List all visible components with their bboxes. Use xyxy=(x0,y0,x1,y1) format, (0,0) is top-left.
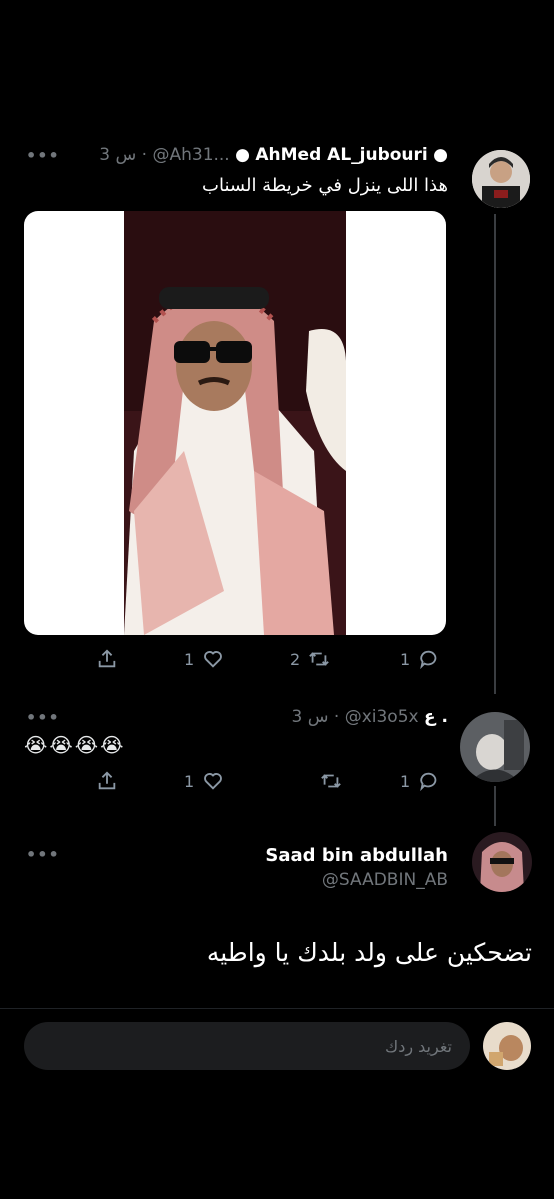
share-button[interactable] xyxy=(96,648,118,670)
tweet-2-avatar[interactable] xyxy=(460,712,530,782)
tweet-2-time: 3 س xyxy=(291,707,329,727)
main-tweet-display-name[interactable]: Saad bin abdullah xyxy=(265,845,448,866)
tweet-2-handle[interactable]: @xi3o5x xyxy=(345,707,419,727)
reply-icon xyxy=(420,650,437,670)
tweet-1-header: 3 س · @Ah31... ● AhMed AL_jubouri ● xyxy=(99,145,448,165)
user-avatar-icon xyxy=(483,1022,531,1070)
tweet-2-actions: 1 1 xyxy=(90,770,450,798)
apple-icon: ● xyxy=(433,145,448,165)
retweet-button[interactable]: 2 xyxy=(290,648,330,670)
heart-icon xyxy=(204,651,223,668)
current-user-avatar[interactable] xyxy=(483,1022,531,1070)
reply-icon xyxy=(420,772,437,792)
more-icon[interactable]: ••• xyxy=(26,146,60,165)
retweet-icon xyxy=(321,774,341,788)
reply-button[interactable]: 1 xyxy=(400,770,440,792)
divider xyxy=(0,1008,554,1009)
tweet-1-handle[interactable]: @Ah31... xyxy=(152,145,229,165)
tweet-1-photo[interactable] xyxy=(24,211,446,635)
more-icon[interactable]: ••• xyxy=(26,845,60,864)
reply-count: 1 xyxy=(400,649,411,669)
like-button[interactable]: 1 xyxy=(184,770,224,792)
tweet-1-time: 3 س xyxy=(99,145,137,165)
tweet-2-text: 😭😭😭😭 xyxy=(24,733,126,757)
share-button[interactable] xyxy=(96,770,118,792)
user-avatar-icon xyxy=(472,150,530,208)
like-button[interactable]: 1 xyxy=(184,648,224,670)
like-count: 1 xyxy=(184,771,195,791)
user-avatar-icon xyxy=(472,832,532,892)
retweet-icon xyxy=(309,652,330,666)
user-avatar-icon xyxy=(460,712,530,782)
thread-line-2 xyxy=(494,786,496,826)
reply-count: 1 xyxy=(400,771,411,791)
tweet-1-actions: 1 2 1 xyxy=(90,648,450,676)
thread-line-1 xyxy=(494,214,496,694)
tweet-2-header: 3 س · @xi3o5x ع . xyxy=(291,707,448,727)
main-tweet-handle[interactable]: @SAADBIN_AB xyxy=(322,870,448,890)
reply-input[interactable]: تغريد ردك xyxy=(24,1022,470,1070)
tweet-2-display-name[interactable]: ع . xyxy=(424,707,448,727)
tweet-1-avatar[interactable] xyxy=(472,150,530,208)
photo-image xyxy=(124,211,346,635)
retweet-button[interactable] xyxy=(312,770,342,792)
main-tweet-avatar[interactable] xyxy=(472,832,532,892)
main-tweet-text: تضحكين على ولد بلدك يا واطيه xyxy=(206,938,532,967)
reply-button[interactable]: 1 xyxy=(400,648,440,670)
like-count: 1 xyxy=(184,649,195,669)
reply-placeholder: تغريد ردك xyxy=(385,1036,452,1056)
tweet-1-text: هذا اللى ينزل في خريطة السناب xyxy=(202,175,448,196)
share-icon xyxy=(98,771,116,790)
share-icon xyxy=(98,649,116,668)
heart-icon xyxy=(204,773,223,790)
tweet-1-display-name[interactable]: AhMed AL_jubouri xyxy=(255,145,427,165)
apple-icon: ● xyxy=(235,145,256,165)
retweet-count: 2 xyxy=(290,649,301,669)
more-icon[interactable]: ••• xyxy=(26,708,60,727)
